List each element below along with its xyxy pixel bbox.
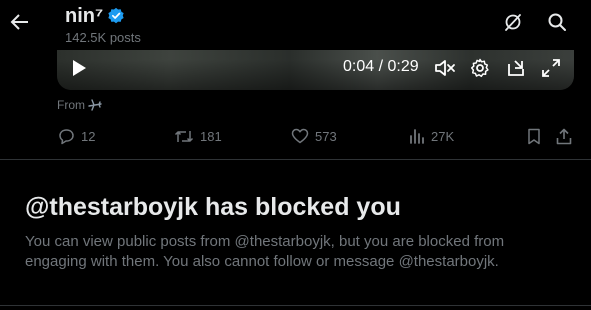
views-button[interactable]: 27K — [409, 126, 454, 146]
gear-icon — [470, 58, 489, 78]
repost-button[interactable]: 181 — [174, 126, 222, 146]
back-button[interactable] — [6, 8, 34, 36]
bottom-divider — [0, 305, 591, 306]
from-label: From — [57, 98, 85, 112]
verified-badge-icon — [108, 7, 124, 24]
repost-icon — [174, 130, 194, 142]
search-icon — [548, 13, 566, 31]
profile-header: nin⁷ 142.5K posts — [0, 0, 591, 50]
repost-count: 181 — [200, 128, 222, 144]
arrow-left-icon — [10, 14, 28, 30]
mute-icon — [435, 60, 455, 76]
views-icon — [410, 129, 424, 144]
grok-icon — [505, 14, 521, 31]
display-name: nin⁷ — [65, 5, 104, 27]
share-button[interactable] — [556, 126, 572, 146]
fullscreen-button[interactable] — [539, 56, 563, 80]
fullscreen-icon — [542, 59, 560, 77]
reply-count: 12 — [81, 128, 96, 144]
share-icon — [556, 128, 572, 144]
blocked-description: You can view public posts from @thestarb… — [25, 233, 505, 270]
reply-icon — [59, 128, 74, 144]
like-button[interactable]: 573 — [291, 126, 337, 146]
section-divider — [0, 159, 591, 160]
play-icon — [73, 60, 86, 76]
dock-icon — [508, 60, 524, 76]
search-button[interactable] — [543, 8, 571, 36]
post-source: From — [57, 98, 102, 112]
heart-icon — [291, 128, 309, 144]
video-time: 0:04 / 0:29 — [343, 58, 419, 75]
dock-button[interactable] — [504, 56, 528, 80]
blocked-title: @thestarboyjk has blocked you — [25, 193, 401, 221]
bookmark-icon — [528, 128, 540, 144]
mute-button[interactable] — [433, 56, 457, 80]
views-count: 27K — [431, 128, 455, 144]
grok-button[interactable] — [499, 8, 527, 36]
bookmark-button[interactable] — [527, 126, 541, 146]
airplane-icon — [88, 99, 102, 111]
like-count: 573 — [315, 128, 337, 144]
post-count: 142.5K posts — [65, 30, 141, 45]
play-button[interactable] — [67, 56, 91, 80]
profile-page: 0:04 / 0:29 nin⁷ 142.5K posts From 12 18… — [0, 0, 591, 310]
profile-name: nin⁷ — [65, 4, 125, 28]
reply-button[interactable]: 12 — [58, 126, 95, 146]
video-player[interactable]: 0:04 / 0:29 — [57, 46, 574, 90]
settings-button[interactable] — [468, 56, 492, 80]
